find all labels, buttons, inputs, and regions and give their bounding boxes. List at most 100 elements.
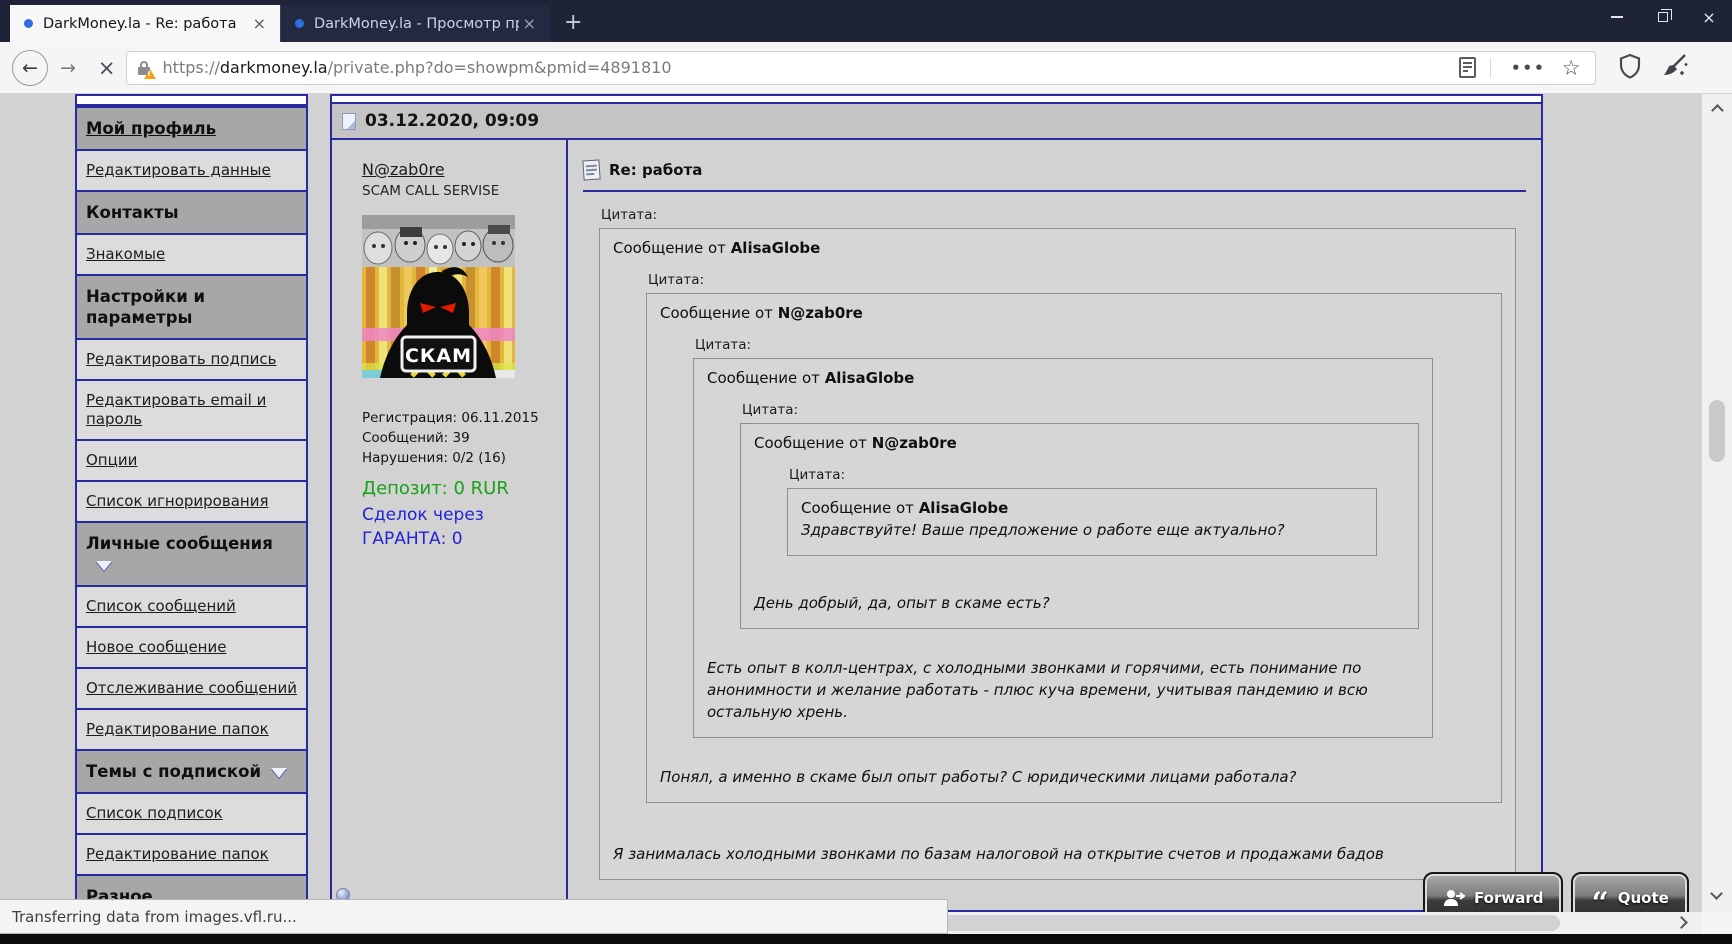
quote-author-line: Сообщение от AlisaGlobe: [801, 499, 1009, 517]
minimize-button[interactable]: [1594, 0, 1640, 34]
quote-author-line: Сообщение от AlisaGlobe: [613, 239, 821, 257]
shield-icon[interactable]: [1618, 53, 1642, 83]
broom-icon[interactable]: [1660, 53, 1690, 83]
sidebar-item[interactable]: Опции: [75, 439, 308, 482]
sidebar-item[interactable]: Редактировать данные: [75, 149, 308, 192]
scroll-up-icon[interactable]: [1710, 104, 1724, 117]
sidebar-item-label: Редактировать email и пароль: [86, 391, 267, 428]
window-bottom-edge: [0, 934, 1732, 944]
stop-button[interactable]: ×: [88, 56, 126, 80]
sidebar-item[interactable]: Список игнорирования: [75, 480, 308, 523]
sidebar-item[interactable]: Список сообщений: [75, 585, 308, 628]
status-text: Transferring data from images.vfl.ru...: [12, 907, 297, 926]
quote-label: Цитата:: [789, 467, 846, 483]
quote-label: Цитата:: [742, 402, 799, 418]
sidebar-item-label: Знакомые: [86, 245, 166, 263]
quote-author: AlisaGlobe: [730, 239, 821, 257]
quote-label: Цитата:: [695, 337, 752, 353]
sidebar-item[interactable]: Знакомые: [75, 233, 308, 276]
user-stats: Регистрация: 06.11.2015 Сообщений: 39 На…: [362, 408, 560, 468]
url-text[interactable]: https://darkmoney.la/private.php?do=show…: [163, 58, 1459, 77]
user-message-count: Сообщений: 39: [362, 430, 470, 446]
page-content: Мой профиль Редактировать данные Контакты З…: [0, 94, 1732, 944]
tab-inactive[interactable]: DarkMoney.la - Просмотр про ×: [280, 5, 550, 42]
message-title: Re: работа: [609, 161, 703, 179]
quote-author-line: Сообщение от AlisaGlobe: [707, 369, 915, 387]
quote-author: N@zab0re: [871, 434, 957, 452]
sidebar-section-header[interactable]: Контакты: [75, 190, 308, 235]
back-button[interactable]: ←: [12, 49, 48, 86]
sidebar-item[interactable]: Список подписок: [75, 792, 308, 835]
avatar-sign-text: СКАМ: [405, 345, 472, 367]
window-controls: ×: [1594, 0, 1732, 34]
sidebar-item-label: Редактировать данные: [86, 161, 271, 179]
vertical-scrollbar-thumb[interactable]: [1709, 400, 1725, 462]
sidebar-item[interactable]: Редактирование папок: [75, 833, 308, 876]
warning-icon: [143, 68, 156, 79]
sidebar-item[interactable]: Редактирование папок: [75, 708, 308, 751]
sidebar-item[interactable]: Редактировать подпись: [75, 338, 308, 381]
sidebar-item-label: Контакты: [86, 203, 179, 222]
user-violations: Нарушения: 0/2 (16): [362, 450, 506, 466]
sidebar-item-label: Отслеживание сообщений: [86, 679, 297, 697]
scroll-down-icon[interactable]: [1710, 887, 1723, 900]
sidebar-item[interactable]: Отслеживание сообщений: [75, 667, 308, 710]
page-actions-icon[interactable]: •••: [1501, 59, 1556, 77]
url-bar[interactable]: https://darkmoney.la/private.php?do=show…: [125, 50, 1596, 85]
post-date: 03.12.2020, 09:09: [365, 111, 540, 131]
status-bar: Transferring data from images.vfl.ru...: [0, 899, 948, 934]
quote-author-line: Сообщение от N@zab0re: [754, 434, 957, 452]
scroll-right-icon[interactable]: [1675, 916, 1688, 929]
quote-text: День добрый, да, опыт в скаме есть?: [754, 594, 1050, 612]
sidebar-item-label: Список сообщений: [86, 597, 236, 615]
quote-text: Понял, а именно в скаме был опыт работы?…: [660, 768, 1297, 786]
quote-author: AlisaGlobe: [918, 499, 1009, 517]
quote-text: Есть опыт в колл-центрах, с холодными зв…: [707, 659, 1368, 721]
sidebar-item-label: Редактировать подпись: [86, 350, 277, 368]
quote-author: N@zab0re: [777, 304, 863, 322]
sidebar-section-header[interactable]: Мой профиль: [75, 106, 308, 151]
sidebar-item-label: Редактирование папок: [86, 845, 269, 863]
tab-close-icon[interactable]: ×: [519, 14, 540, 33]
post-date-bar: 03.12.2020, 09:09: [332, 104, 1541, 140]
sidebar-item-label: Настройки и параметры: [86, 287, 206, 327]
tab-bar: DarkMoney.la - Re: работа × DarkMoney.la…: [0, 0, 1732, 42]
vertical-scrollbar[interactable]: [1702, 94, 1732, 912]
user-deposit: Депозит: 0 RUR: [362, 478, 509, 499]
sidebar-item-label: Список игнорирования: [86, 492, 269, 510]
urlbar-divider: [1489, 57, 1491, 78]
post-table: 03.12.2020, 09:09 N@zab0re SCAM CALL SER…: [330, 94, 1543, 912]
forward-button[interactable]: →: [48, 57, 88, 79]
sidebar-section-header[interactable]: Настройки и параметры: [75, 274, 308, 340]
user-avatar[interactable]: СКАМ: [362, 215, 515, 378]
user-guarantor-link[interactable]: Сделок через ГАРАНТА: 0: [362, 503, 512, 551]
sidebar-section-header[interactable]: Личные сообщения: [75, 521, 308, 587]
sidebar: Мой профиль Редактировать данные Контакты З…: [75, 94, 308, 944]
bookmark-star-icon[interactable]: ☆: [1556, 56, 1587, 80]
sidebar-section-header[interactable]: Темы с подпиской: [75, 749, 308, 794]
tab-close-icon[interactable]: ×: [249, 14, 270, 33]
tab-active[interactable]: DarkMoney.la - Re: работа ×: [10, 5, 280, 42]
insecure-lock-icon[interactable]: [137, 59, 156, 79]
sidebar-item-label: Мой профиль: [86, 119, 217, 138]
sidebar-item-label: Список подписок: [86, 804, 223, 822]
quote-level-1: Цитата: Сообщение от AlisaGlobe Цитата: …: [599, 207, 1516, 880]
close-window-button[interactable]: ×: [1686, 0, 1732, 34]
quote-level-3: Цитата: Сообщение от AlisaGlobe Цитата: …: [693, 337, 1433, 738]
new-tab-button[interactable]: +: [550, 12, 596, 42]
reader-view-icon[interactable]: [1458, 57, 1476, 78]
sidebar-item-label: Новое сообщение: [86, 638, 227, 656]
restore-icon: [1658, 9, 1672, 22]
quote-label: Цитата:: [648, 272, 705, 288]
forward-person-icon: [1444, 890, 1465, 906]
sidebar-item[interactable]: Редактировать email и пароль: [75, 379, 308, 441]
sidebar-partial-row-top: [75, 94, 308, 106]
url-path: /private.php?do=showpm&pmid=4891810: [327, 58, 672, 77]
restore-button[interactable]: [1640, 0, 1686, 34]
table-partial-row-top: [332, 96, 1541, 104]
username-link[interactable]: N@zab0re: [362, 160, 445, 179]
sidebar-item[interactable]: Новое сообщение: [75, 626, 308, 669]
url-domain: darkmoney.la: [219, 58, 328, 77]
quote-author: AlisaGlobe: [824, 369, 915, 387]
minimize-icon: [1611, 16, 1623, 18]
